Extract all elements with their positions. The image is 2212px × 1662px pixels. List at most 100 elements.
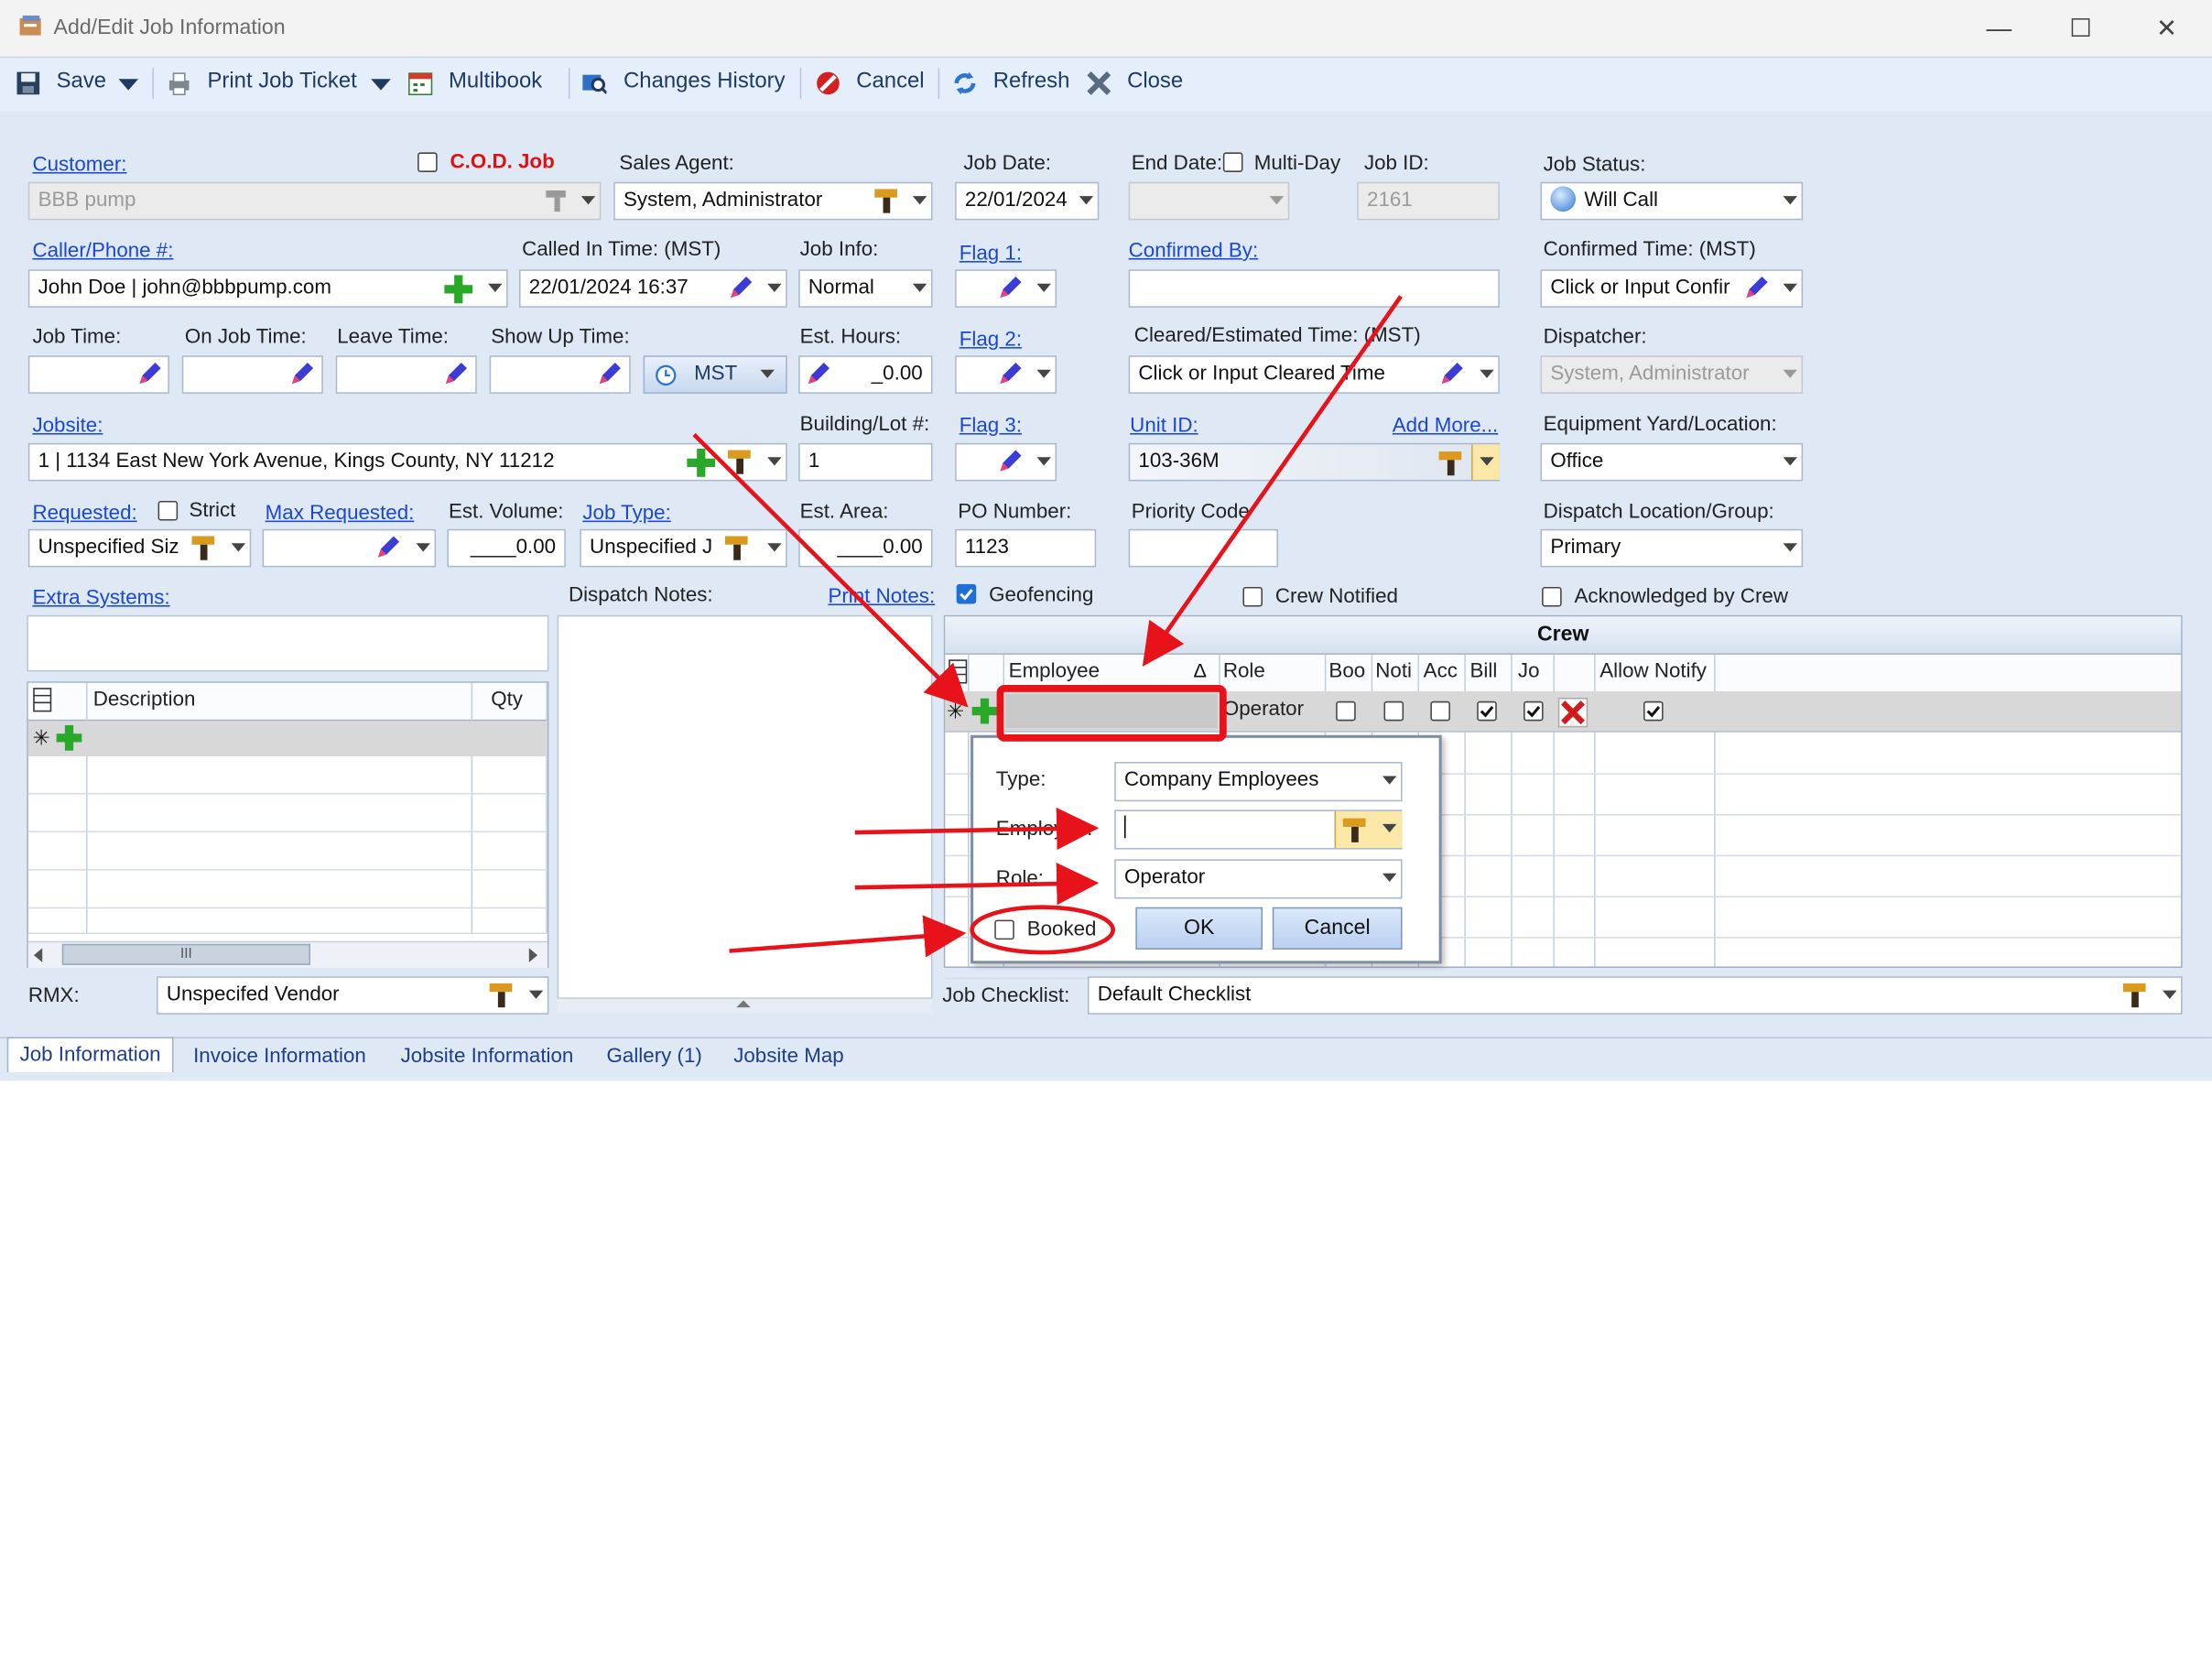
changes-history-button[interactable]: Changes History	[623, 69, 786, 94]
bill-header[interactable]: Bill	[1470, 660, 1498, 683]
strict-checkbox[interactable]	[157, 500, 179, 521]
chevron-down-icon[interactable]	[1783, 543, 1797, 552]
table-row[interactable]	[27, 832, 548, 871]
drill-icon[interactable]	[722, 533, 754, 561]
est-area-field[interactable]: ____0.00	[798, 528, 933, 568]
confirmed-by-field[interactable]	[1128, 269, 1500, 308]
chevron-down-icon[interactable]	[767, 283, 782, 292]
popup-cancel-button[interactable]: Cancel	[1272, 907, 1403, 950]
dispatch-location-field[interactable]: Primary	[1540, 528, 1804, 568]
chevron-down-icon[interactable]	[1079, 196, 1094, 205]
column-chooser-icon[interactable]	[948, 659, 968, 685]
boo-checkbox[interactable]	[1336, 701, 1356, 722]
acc-checkbox[interactable]	[1430, 701, 1450, 722]
cod-checkbox[interactable]	[417, 152, 438, 172]
add-icon[interactable]	[443, 274, 474, 305]
type-field[interactable]: Company Employees	[1114, 762, 1403, 802]
chevron-down-icon[interactable]	[912, 196, 927, 205]
unit-id-link[interactable]: Unit ID:	[1130, 415, 1198, 438]
role-header[interactable]: Role	[1223, 660, 1265, 683]
employee-header[interactable]: Employee	[1009, 660, 1100, 683]
acknowledged-checkbox[interactable]	[1542, 586, 1562, 607]
calendar-icon[interactable]	[407, 71, 433, 96]
flag3-link[interactable]: Flag 3:	[960, 415, 1022, 438]
refresh-icon[interactable]	[952, 71, 978, 96]
scroll-right-icon[interactable]	[528, 948, 538, 962]
po-number-field[interactable]: 1123	[955, 528, 1097, 568]
pencil-icon[interactable]	[595, 360, 623, 388]
description-header[interactable]: Description	[93, 689, 196, 712]
table-row[interactable]	[27, 756, 548, 795]
priority-code-field[interactable]	[1128, 528, 1278, 568]
close-button[interactable]: Close	[1127, 69, 1183, 94]
booked-checkbox[interactable]	[994, 919, 1014, 940]
drill-icon[interactable]	[725, 447, 756, 475]
table-row[interactable]	[27, 908, 548, 935]
history-icon[interactable]	[581, 71, 607, 96]
column-chooser-icon[interactable]	[32, 687, 52, 712]
drill-icon[interactable]	[872, 186, 903, 214]
job-type-field[interactable]: Unspecified J	[580, 528, 787, 568]
save-dropdown-icon[interactable]	[118, 79, 138, 91]
noti-header[interactable]: Noti	[1375, 660, 1412, 683]
job-checklist-field[interactable]: Default Checklist	[1087, 976, 2183, 1015]
print-dropdown-icon[interactable]	[371, 79, 391, 91]
role-cell[interactable]: Operator	[1223, 699, 1304, 722]
tab-jobsite-map[interactable]: Jobsite Map	[733, 1046, 843, 1069]
crew-notified-checkbox[interactable]	[1242, 586, 1263, 607]
dispatch-notes-textarea[interactable]	[557, 614, 933, 1012]
drill-icon[interactable]	[487, 981, 518, 1009]
flag2-link[interactable]: Flag 2:	[960, 329, 1022, 352]
jo-checkbox[interactable]	[1523, 701, 1544, 722]
pencil-icon[interactable]	[136, 360, 164, 388]
scroll-thumb[interactable]: III	[61, 943, 310, 965]
save-button[interactable]: Save	[57, 69, 106, 94]
refresh-button[interactable]: Refresh	[993, 69, 1070, 94]
extra-systems-box[interactable]	[27, 614, 549, 672]
qty-header[interactable]: Qty	[491, 689, 523, 712]
chevron-down-icon[interactable]	[580, 196, 596, 205]
allow-notify-header[interactable]: Allow Notify	[1599, 660, 1707, 683]
allow-notify-checkbox[interactable]	[1643, 701, 1664, 722]
minimize-button[interactable]: —	[1978, 8, 2020, 48]
max-requested-link[interactable]: Max Requested:	[266, 503, 415, 526]
chevron-down-icon[interactable]	[1036, 369, 1051, 378]
new-row[interactable]	[27, 721, 548, 756]
chevron-down-icon[interactable]	[1783, 457, 1797, 466]
drill-icon[interactable]	[1340, 816, 1372, 844]
tab-job-information[interactable]: Job Information	[6, 1037, 174, 1073]
table-row[interactable]	[27, 871, 548, 909]
chevron-down-icon[interactable]	[416, 543, 430, 552]
pencil-icon[interactable]	[1437, 360, 1466, 388]
timezone-dropdown[interactable]: MST	[643, 355, 787, 394]
chevron-down-icon[interactable]	[1382, 873, 1397, 882]
equipment-yard-field[interactable]: Office	[1540, 442, 1804, 482]
geofencing-checkbox[interactable]	[956, 583, 977, 604]
pencil-icon[interactable]	[1742, 274, 1771, 302]
pencil-icon[interactable]	[804, 360, 832, 388]
flag1-link[interactable]: Flag 1:	[960, 243, 1022, 266]
horizontal-scrollbar[interactable]: III	[27, 940, 548, 968]
job-info-field[interactable]: Normal	[798, 269, 933, 308]
pencil-icon[interactable]	[727, 274, 755, 302]
drill-icon[interactable]	[543, 188, 571, 213]
add-icon[interactable]	[55, 723, 83, 752]
chevron-down-icon[interactable]	[912, 283, 927, 292]
chevron-down-icon[interactable]	[1480, 457, 1494, 466]
drill-icon[interactable]	[189, 533, 220, 561]
acc-header[interactable]: Acc	[1424, 660, 1458, 683]
save-icon[interactable]	[16, 71, 41, 96]
customer-link[interactable]: Customer:	[32, 154, 126, 177]
est-volume-field[interactable]: ____0.00	[447, 528, 566, 568]
pencil-icon[interactable]	[287, 360, 316, 388]
chevron-down-icon[interactable]	[1382, 776, 1397, 785]
cancel-button[interactable]: Cancel	[856, 69, 924, 94]
chevron-down-icon[interactable]	[767, 457, 782, 466]
add-icon[interactable]	[686, 447, 717, 478]
multibook-button[interactable]: Multibook	[449, 69, 542, 94]
chevron-down-icon[interactable]	[760, 369, 775, 378]
scroll-left-icon[interactable]	[33, 948, 43, 962]
role-field[interactable]: Operator	[1114, 859, 1403, 899]
close-icon[interactable]	[1086, 71, 1111, 96]
job-status-field[interactable]: Will Call	[1540, 181, 1804, 221]
